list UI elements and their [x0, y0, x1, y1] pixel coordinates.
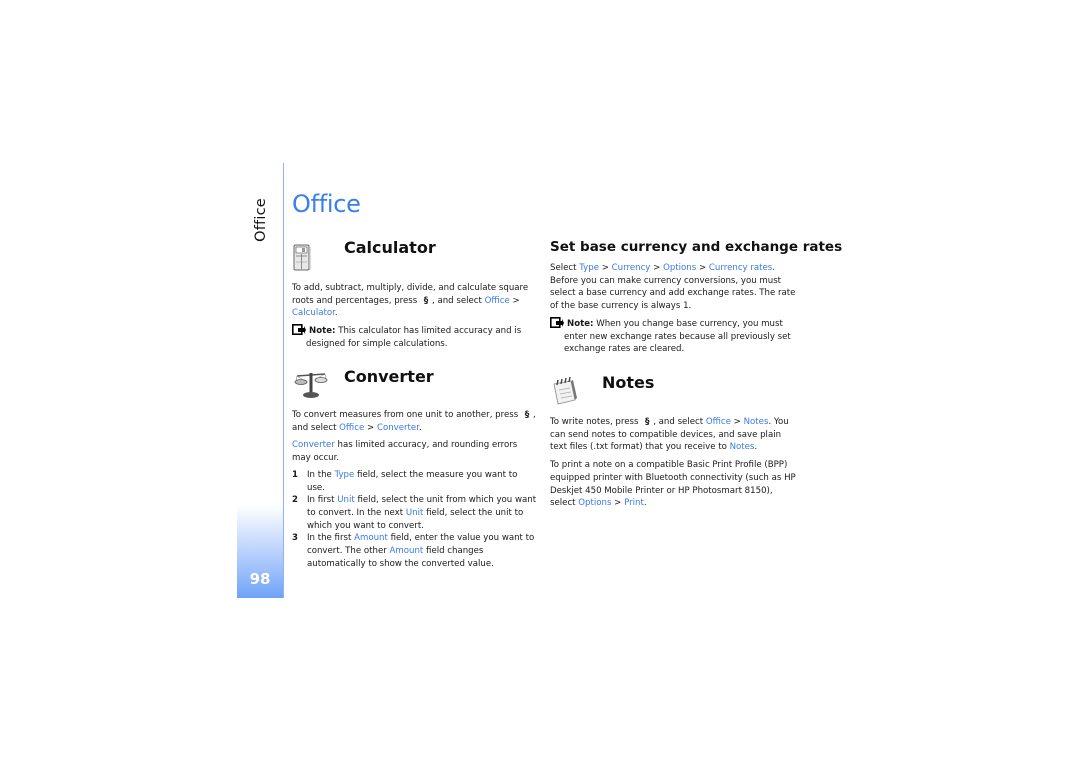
converter-steps: 1 In the Type field, select the measure y…	[292, 469, 537, 571]
margin-divider	[283, 163, 284, 598]
converter-accuracy: Converter has limited accuracy, and roun…	[292, 440, 518, 464]
currency-note: Note: When you change base currency, you…	[550, 316, 800, 356]
currency-intro: Select Type > Currency > Options > Curre…	[550, 263, 796, 312]
page-number-tab: 98	[237, 505, 283, 598]
link-calculator[interactable]: Calculator	[292, 308, 335, 318]
link-office[interactable]: Office	[485, 296, 510, 306]
calculator-icon	[292, 244, 312, 276]
calculator-note: Note: This calculator has limited accura…	[292, 324, 535, 350]
field-unit: Unit	[405, 507, 424, 518]
currency-heading: Set base currency and exchange rates	[550, 239, 843, 255]
converter-intro: To convert measures from one unit to ano…	[292, 410, 536, 433]
link-notes[interactable]: Notes	[744, 417, 769, 427]
link-options[interactable]: Options	[578, 498, 611, 508]
step-item: 3 In the first Amount field, enter the va…	[292, 533, 535, 569]
menu-key-icon: §	[524, 410, 530, 420]
side-label-text: Office	[253, 198, 269, 242]
link-converter[interactable]: Converter	[292, 440, 335, 450]
scales-icon	[293, 370, 329, 404]
notepad-icon	[551, 376, 579, 410]
menu-key-icon: §	[644, 417, 650, 427]
link-office[interactable]: Office	[706, 417, 731, 427]
link-notes[interactable]: Notes	[730, 442, 755, 452]
section-side-label: Office	[246, 198, 276, 242]
note-icon	[550, 316, 564, 328]
currency-section: Select Type > Currency > Options > Curre…	[550, 262, 800, 356]
link-office[interactable]: Office	[339, 423, 364, 433]
link-options[interactable]: Options	[663, 263, 696, 273]
notes-print: To print a note on a compatible Basic Pr…	[550, 460, 796, 509]
field-type: Type	[334, 469, 355, 480]
note-icon	[292, 324, 306, 336]
step-item: 1 In the Type field, select the measure y…	[292, 469, 518, 493]
link-print[interactable]: Print	[624, 498, 644, 508]
notes-heading: Notes	[602, 373, 655, 392]
converter-heading: Converter	[344, 367, 434, 386]
menu-key-icon: §	[423, 295, 429, 306]
notes-section: To write notes, press §, and select Offi…	[550, 416, 800, 510]
field-amount: Amount	[354, 533, 388, 544]
calculator-intro: To add, subtract, multiply, divide, and …	[292, 283, 529, 319]
converter-section: To convert measures from one unit to ano…	[292, 409, 537, 570]
step-item: 2 In first Unit field, select the unit fr…	[292, 495, 537, 531]
link-currency[interactable]: Currency	[612, 263, 651, 273]
link-type[interactable]: Type	[579, 263, 599, 273]
link-converter[interactable]: Converter	[377, 423, 419, 433]
page-number: 98	[249, 570, 271, 588]
link-currency-rates[interactable]: Currency rates	[709, 263, 772, 273]
field-unit: Unit	[337, 495, 355, 506]
notes-intro: To write notes, press §, and select Offi…	[550, 417, 789, 453]
field-amount: Amount	[389, 546, 424, 557]
calculator-heading: Calculator	[344, 238, 436, 257]
calculator-section: To add, subtract, multiply, divide, and …	[292, 282, 535, 351]
page-title: Office	[292, 190, 361, 218]
